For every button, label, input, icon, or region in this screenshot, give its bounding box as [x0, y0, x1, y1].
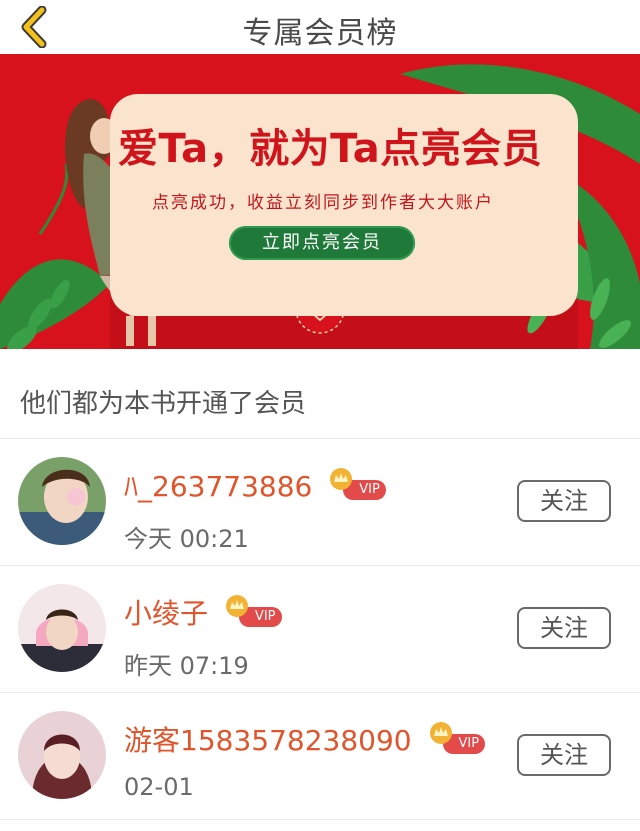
section-title: 他们都为本书开通了会员 [0, 349, 640, 439]
banner-subline: 点亮成功，收益立刻同步到作者大大账户 [152, 193, 494, 213]
member-name-row: 小绫子 VIP [124, 592, 282, 632]
user-photo [18, 711, 106, 799]
light-up-membership-button[interactable]: 立即点亮会员 [229, 226, 415, 260]
avatar[interactable] [18, 711, 106, 799]
member-time: 02-01 [124, 773, 194, 801]
member-name: ﾊ_263773886 [124, 470, 313, 503]
follow-button[interactable]: 关注 [517, 480, 611, 522]
avatar[interactable] [18, 584, 106, 672]
vip-badge: VIP [225, 594, 282, 627]
crown-icon [330, 468, 353, 490]
user-photo [18, 457, 106, 545]
member-time: 昨天 07:19 [124, 652, 249, 680]
vip-badge: VIP [329, 467, 386, 500]
promo-banner[interactable]: 爱Ta，就为Ta点亮会员 点亮成功，收益立刻同步到作者大大账户 立即点亮会员 [0, 54, 640, 349]
member-list: ﾊ_263773886 VIP 今天 00:21 关注 小绫子 VIP 昨天 0… [0, 439, 640, 820]
member-time: 今天 00:21 [124, 525, 249, 553]
member-name-row: 游客1583578238090 VIP [124, 719, 486, 759]
top-bar: 专属会员榜 [0, 0, 640, 54]
user-photo [18, 584, 106, 672]
member-name: 小绫子 [124, 597, 209, 630]
crown-icon [225, 595, 248, 617]
member-name-row: ﾊ_263773886 VIP [124, 465, 386, 505]
avatar[interactable] [18, 457, 106, 545]
follow-button[interactable]: 关注 [517, 734, 611, 776]
banner-headline: 爱Ta，就为Ta点亮会员 [118, 126, 543, 172]
member-name: 游客1583578238090 [124, 724, 412, 757]
crown-icon [429, 722, 452, 744]
follow-button[interactable]: 关注 [517, 607, 611, 649]
page-title: 专属会员榜 [242, 16, 398, 51]
vip-badge: VIP [429, 721, 486, 754]
list-item[interactable]: 小绫子 VIP 昨天 07:19 关注 [0, 566, 640, 693]
list-item[interactable]: 游客1583578238090 VIP 02-01 关注 [0, 693, 640, 820]
list-item[interactable]: ﾊ_263773886 VIP 今天 00:21 关注 [0, 439, 640, 566]
